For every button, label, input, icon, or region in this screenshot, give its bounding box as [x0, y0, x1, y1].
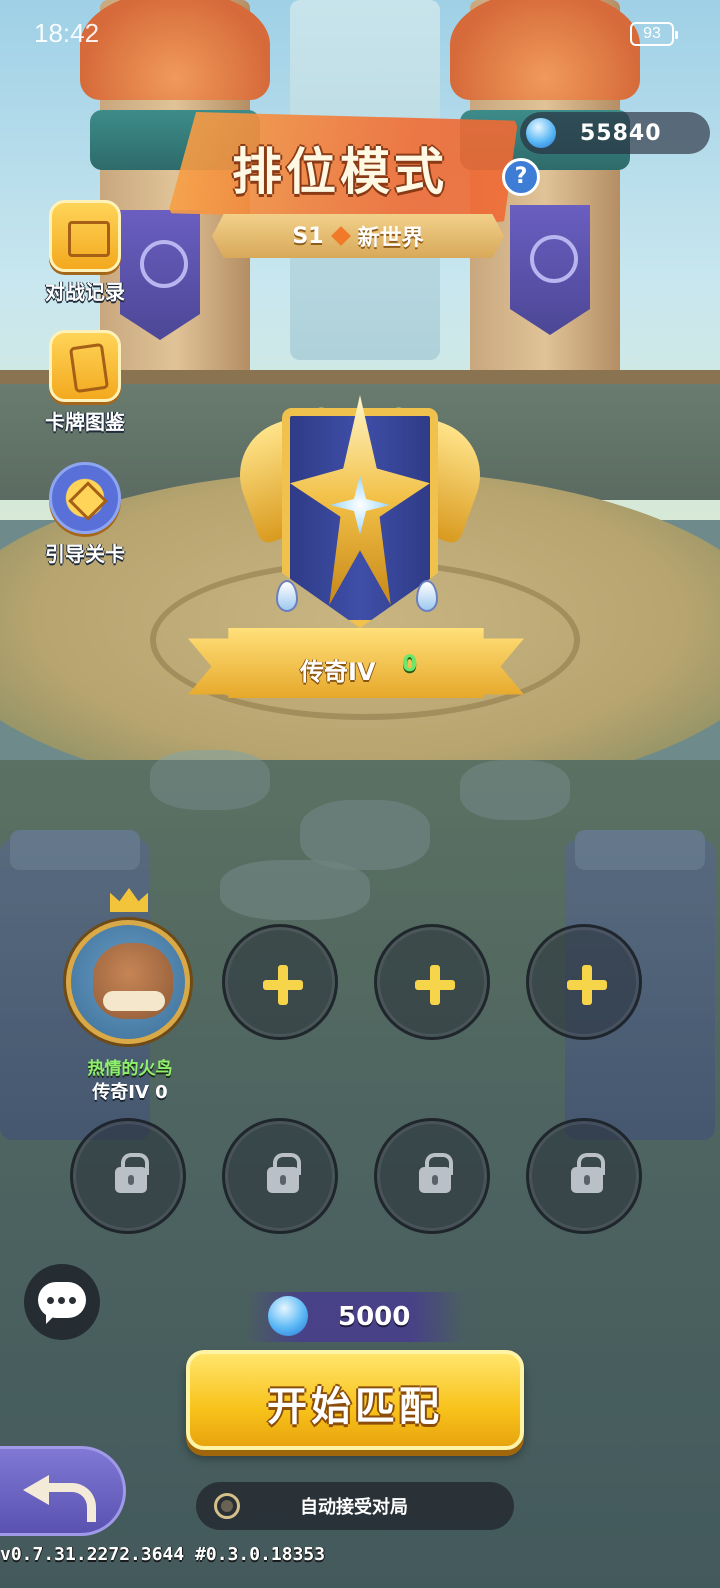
- help-button[interactable]: ?: [502, 158, 540, 196]
- back-arrow-icon: [23, 1471, 96, 1522]
- side-label: 卡牌图鉴: [45, 410, 125, 434]
- page-title: 排位模式: [232, 143, 448, 201]
- lock-icon: [267, 1153, 301, 1193]
- card-collection-button[interactable]: 卡牌图鉴: [30, 330, 140, 435]
- auto-accept-toggle[interactable]: 自动接受对局: [196, 1482, 514, 1530]
- back-button[interactable]: [0, 1446, 126, 1536]
- cards-icon: [49, 330, 121, 402]
- chat-icon: [38, 1282, 86, 1318]
- locked-slot: [222, 1118, 338, 1234]
- side-label: 引导关卡: [45, 542, 125, 566]
- currency-display: 55840: [520, 112, 710, 154]
- lock-icon: [419, 1153, 453, 1193]
- auto-accept-label: 自动接受对局: [300, 1497, 408, 1518]
- player-name: 热情的火鸟: [87, 1059, 173, 1079]
- battle-record-button[interactable]: 对战记录: [30, 200, 140, 305]
- version-text: v0.7.31.2272.3644 #0.3.0.18353: [0, 1544, 326, 1565]
- status-time: 18:42: [34, 18, 100, 48]
- side-label: 对战记录: [45, 280, 125, 304]
- start-match-label: 开始匹配: [267, 1384, 443, 1430]
- right-banner: [510, 205, 590, 335]
- battery-icon: 93: [630, 22, 678, 46]
- season-code: S1: [292, 223, 324, 249]
- rank-name: 传奇IV: [300, 658, 376, 686]
- radio-icon[interactable]: [214, 1493, 240, 1519]
- plus-icon: [415, 965, 455, 1005]
- lock-icon: [571, 1153, 605, 1193]
- season-plate: S1 新世界: [212, 214, 504, 258]
- match-cost: 5000: [338, 1302, 411, 1332]
- locked-slot: [374, 1118, 490, 1234]
- locked-slot: [70, 1118, 186, 1234]
- book-icon: [49, 200, 121, 272]
- tutorial-level-button[interactable]: 引导关卡: [30, 462, 140, 567]
- diamond-icon: [330, 226, 351, 246]
- plus-icon: [567, 965, 607, 1005]
- rank-points: 0: [402, 652, 418, 677]
- player-rank: 传奇IV 0: [92, 1082, 168, 1103]
- droplet-icon: [276, 580, 298, 612]
- start-match-button[interactable]: 开始匹配: [186, 1350, 524, 1450]
- lock-icon: [115, 1153, 149, 1193]
- season-name: 新世界: [357, 226, 424, 251]
- plus-icon: [263, 965, 303, 1005]
- avatar[interactable]: [66, 920, 190, 1044]
- compass-icon: [49, 462, 121, 534]
- invite-slot-button[interactable]: [526, 924, 642, 1040]
- invite-slot-button[interactable]: [222, 924, 338, 1040]
- blue-gem-icon: [521, 113, 561, 153]
- locked-slot: [526, 1118, 642, 1234]
- chat-button[interactable]: [24, 1264, 100, 1340]
- currency-value: 55840: [580, 120, 662, 146]
- invite-slot-button[interactable]: [374, 924, 490, 1040]
- droplet-icon: [416, 580, 438, 612]
